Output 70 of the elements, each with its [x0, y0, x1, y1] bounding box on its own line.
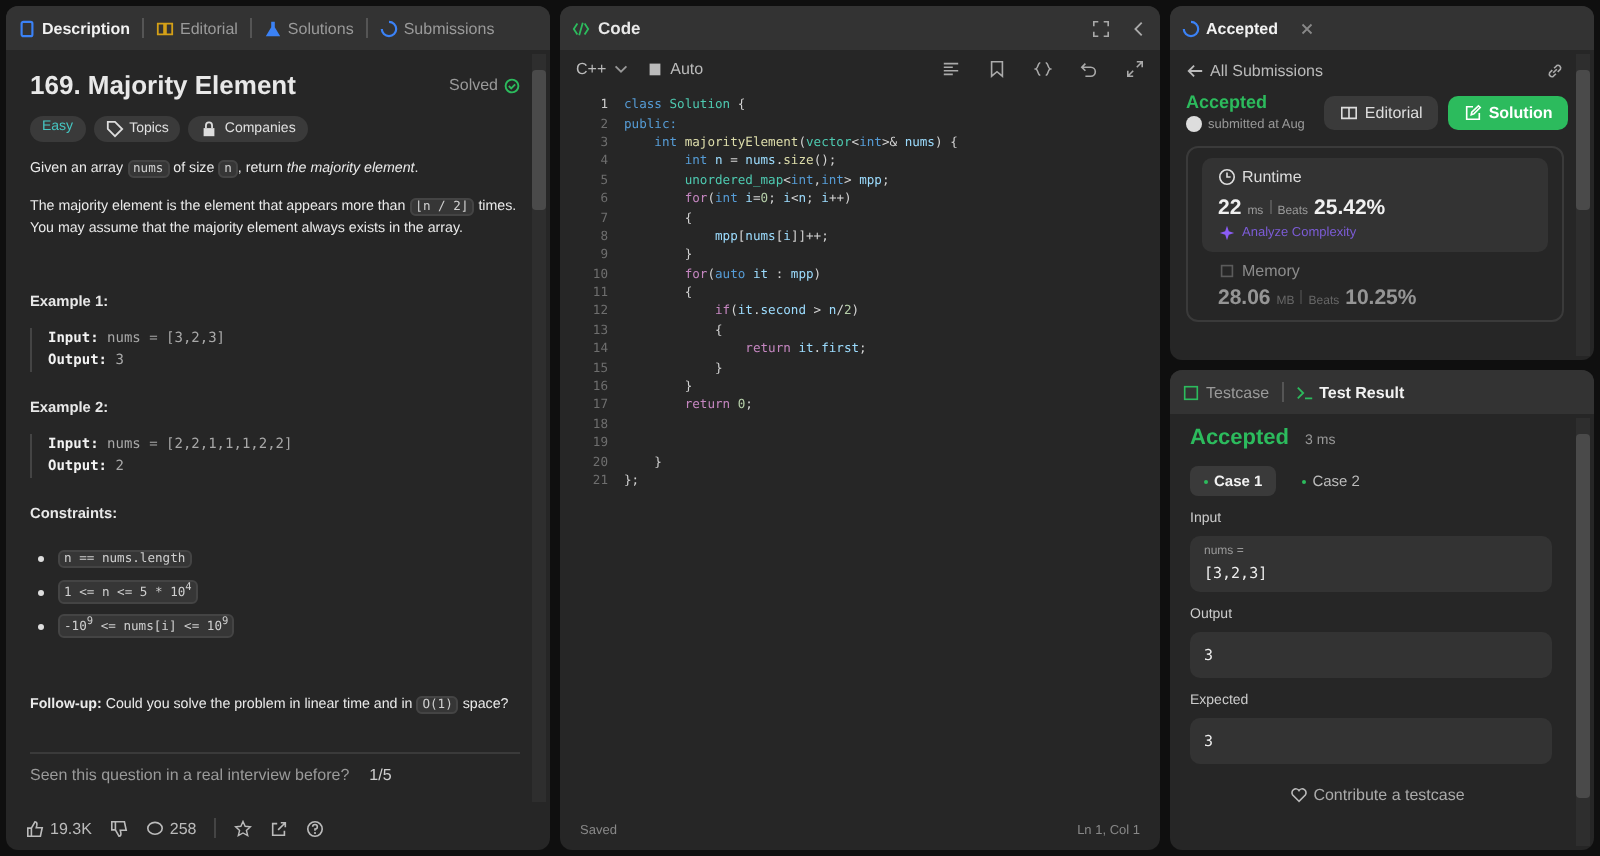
stat-label: Runtime [1242, 168, 1302, 186]
problem-title: 169. Majority Element [30, 70, 298, 100]
bullet-icon [38, 555, 44, 561]
share-icon [270, 819, 289, 837]
interview-prompt: Seen this question in a real interview before? [30, 766, 350, 784]
panel-tab[interactable]: Accepted [1182, 19, 1279, 37]
braces-icon[interactable] [1034, 60, 1052, 78]
stat-label: Memory [1242, 262, 1300, 280]
beats-value: 10.25% [1345, 286, 1417, 310]
star-icon [234, 819, 253, 837]
test-verdict: Accepted [1190, 426, 1290, 450]
checkbox-icon [1182, 383, 1200, 401]
mode-button[interactable]: Auto [646, 60, 704, 78]
maximize-icon[interactable] [1092, 19, 1110, 37]
chevron-left-icon[interactable] [1130, 19, 1148, 37]
chevron-down-icon [612, 60, 631, 78]
panel-tab[interactable]: Solutions [263, 19, 354, 37]
document-icon [18, 19, 36, 37]
panel-tab[interactable]: Editorial [156, 19, 238, 37]
scrollbar[interactable] [532, 54, 546, 802]
code-brackets-icon [572, 19, 590, 37]
link-icon[interactable] [1546, 61, 1564, 79]
edit-icon [1464, 103, 1483, 121]
contribute-link[interactable]: Contribute a testcase [1289, 786, 1465, 804]
heart-icon [1289, 786, 1308, 804]
beats-value: 25.42% [1314, 196, 1386, 220]
thumbs-up-icon [26, 819, 44, 837]
bullet-icon [38, 589, 44, 595]
submission-result: Accepted [1186, 92, 1270, 112]
dislike-button[interactable] [109, 819, 128, 837]
scrollbar[interactable] [1576, 418, 1590, 846]
book-icon [1340, 103, 1359, 121]
sparkle-icon [1218, 224, 1236, 242]
question-icon [306, 819, 325, 837]
submission-action-button[interactable]: Editorial [1324, 95, 1439, 129]
comments-button[interactable]: 258 [145, 819, 197, 837]
panel-tab[interactable]: Testcase [1182, 383, 1270, 401]
panel-tab[interactable]: Description [18, 19, 131, 37]
bookmark-icon[interactable] [988, 60, 1006, 78]
history-icon [379, 19, 398, 37]
share-button[interactable] [270, 819, 289, 837]
avatar-icon [1186, 116, 1202, 132]
panel-title: Code [598, 18, 641, 38]
terminal-icon [1295, 383, 1314, 401]
clock-icon [1218, 168, 1236, 186]
expand-icon[interactable] [1126, 60, 1144, 78]
runtime-value: 22 [1218, 196, 1242, 220]
panel-tab[interactable]: Submissions [379, 19, 495, 37]
language-dropdown[interactable]: C++ [576, 60, 631, 78]
undo-icon[interactable] [1080, 60, 1098, 78]
history-icon [1182, 19, 1200, 37]
favorite-button[interactable] [234, 819, 253, 837]
solved-status: Solved [449, 76, 498, 94]
help-button[interactable] [306, 819, 325, 837]
thumbs-down-icon [109, 819, 128, 837]
tag-icon [105, 120, 124, 138]
scrollbar[interactable] [1576, 54, 1590, 356]
back-link[interactable]: All Submissions [1186, 61, 1323, 79]
like-button[interactable]: 19.3K [26, 819, 92, 837]
bullet-icon [38, 623, 44, 629]
format-lines-icon[interactable] [942, 60, 960, 78]
flask-icon [263, 19, 282, 37]
book-icon [156, 19, 175, 37]
panel-tab[interactable]: Test Result [1295, 383, 1405, 401]
arrow-left-icon [1186, 61, 1204, 79]
interview-count: 1/5 [369, 766, 392, 784]
close-icon[interactable] [1298, 19, 1317, 37]
memory-value: 28.06 [1218, 286, 1271, 310]
check-circle-icon [504, 77, 520, 93]
speech-bubble-icon [145, 819, 164, 837]
